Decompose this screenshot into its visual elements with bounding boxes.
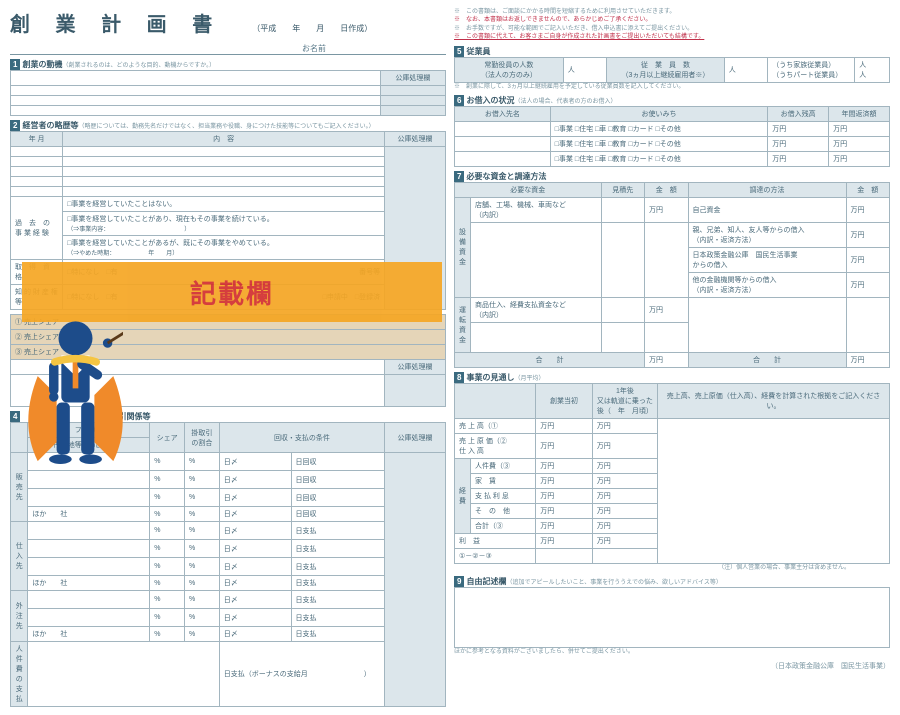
sec6-table: お借入先名お使いみちお借入残高年間返済額 □事業 □住宅 □車 □教育 □カード…	[454, 106, 890, 167]
sec9-table	[454, 587, 890, 648]
sec9-header: 9自由記述欄（追加でアピールしたいこと、事業を行ううえでの悩み、欲しいアドバイス…	[454, 576, 890, 587]
page-footer: （日本政策金融公庫 国民生活事業）	[454, 661, 890, 671]
mascot-character	[28, 310, 123, 480]
name-row: お名前	[10, 43, 446, 55]
sec5-table: 常勤役員の人数 （法人の方のみ）人従 業 員 数 （3ヵ月以上継続雇用者※）人（…	[454, 57, 890, 83]
sec7-header: 7必要な資金と調達方法	[454, 171, 890, 182]
sec7-table: 必要な資金見積先金 額調達の方法金 額 設 備 資 金 店舗、工場、機械、車両な…	[454, 182, 890, 368]
title-row: 創 業 計 画 書 （平成 年 月 日作成）	[10, 8, 446, 37]
exp-label: 過 去 の 事 業 経 験	[11, 197, 63, 260]
sec2-header: 2経営者の略歴等（略歴については、勤務先名だけではなく、担当業務や役職、身につけ…	[10, 120, 446, 131]
koko-label: 公庫処理欄	[385, 132, 446, 147]
sec8-footnote: （注）個人営業の場合、事業主分は含めません。	[454, 564, 890, 572]
page-right: ※ この書類は、ご面談にかかる時間を短縮するために利用させていただきます。 ※ …	[454, 8, 890, 707]
koko-label: 公庫処理欄	[385, 423, 446, 453]
top-notes: ※ この書類は、ご面談にかかる時間を短縮するために利用させていただきます。 ※ …	[454, 8, 890, 42]
sec1-header: 1創業の動機（創業されるのは、どのような目的、動機からですか。）	[10, 59, 446, 70]
doc-title: 創 業 計 画 書	[10, 8, 222, 37]
sec5-footnote: ※ 創業に際して、3ヵ月以上継続雇用を予定している従業員数を記入してください。	[454, 83, 890, 91]
highlight-text: 記載欄	[190, 274, 274, 311]
koko-label: 公庫処理欄	[385, 360, 446, 375]
sec8-table: 創業当初1年後 又は軌道に乗った 後（ 年 月頃）売上高、売上原価（仕入高）、経…	[454, 383, 890, 564]
sec6-header: 6お借入の状況（法人の場合、代表者の方のお借入）	[454, 95, 890, 106]
era-date: （平成 年 月 日作成）	[252, 23, 372, 34]
koko-label: 公庫処理欄	[380, 71, 445, 86]
sec5-header: 5従業員	[454, 46, 890, 57]
sec1-table: 公庫処理欄	[10, 70, 446, 116]
name-label: お名前	[302, 44, 326, 53]
sec8-header: 8事業の見通し（月平均）	[454, 372, 890, 383]
sec9-footnote: ほかに参考となる資料がございましたら、併せてご提出ください。	[454, 648, 890, 656]
